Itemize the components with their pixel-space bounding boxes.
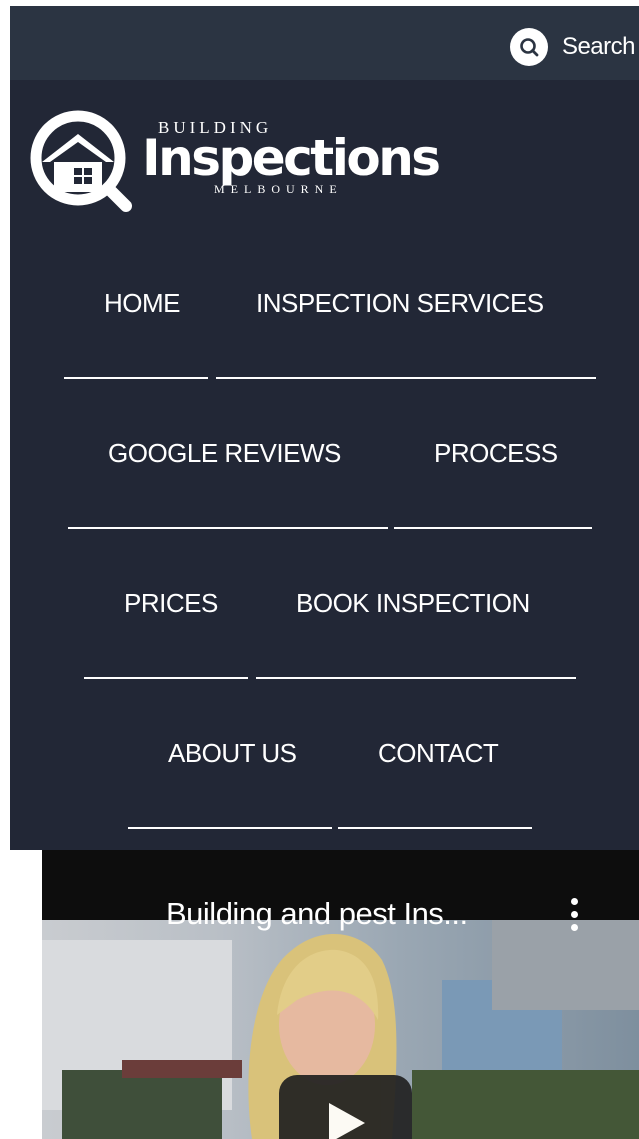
- nav-book-inspection[interactable]: BOOK INSPECTION: [296, 588, 530, 619]
- nav-google-reviews[interactable]: GOOGLE REVIEWS: [108, 438, 341, 469]
- nav-home[interactable]: HOME: [104, 288, 181, 319]
- nav-underline: [256, 677, 576, 679]
- nav-process[interactable]: PROCESS: [434, 438, 558, 469]
- nav-underline: [84, 677, 248, 679]
- nav-prices[interactable]: PRICES: [124, 588, 218, 619]
- more-vert-icon[interactable]: [566, 898, 582, 938]
- logo-text-melbourne: MELBOURNE: [214, 182, 343, 196]
- nav-underline: [68, 527, 388, 529]
- play-button[interactable]: [279, 1075, 412, 1139]
- nav-underline: [338, 827, 532, 829]
- nav-underline: [64, 377, 208, 379]
- nav-underline: [216, 377, 596, 379]
- nav-about-us[interactable]: ABOUT US: [168, 738, 297, 769]
- video-title[interactable]: Building and pest Ins...: [166, 896, 468, 932]
- play-icon: [329, 1103, 365, 1139]
- nav-contact[interactable]: CONTACT: [378, 738, 499, 769]
- site-header: BUILDING Inspections MELBOURNE HOME INSP…: [10, 80, 639, 850]
- search-button[interactable]: Search: [509, 26, 636, 68]
- logo-text-inspections: Inspections: [142, 129, 441, 187]
- nav-inspection-services[interactable]: INSPECTION SERVICES: [256, 288, 544, 319]
- search-icon: [509, 28, 548, 66]
- nav-underline: [128, 827, 332, 829]
- video-embed[interactable]: Building and pest Ins...: [42, 850, 639, 1139]
- top-bar: Search: [10, 6, 639, 80]
- search-label: Search: [561, 33, 636, 60]
- site-logo[interactable]: BUILDING Inspections MELBOURNE: [24, 106, 441, 216]
- house-magnifier-logo-icon: [30, 110, 132, 212]
- nav-underline: [394, 527, 592, 529]
